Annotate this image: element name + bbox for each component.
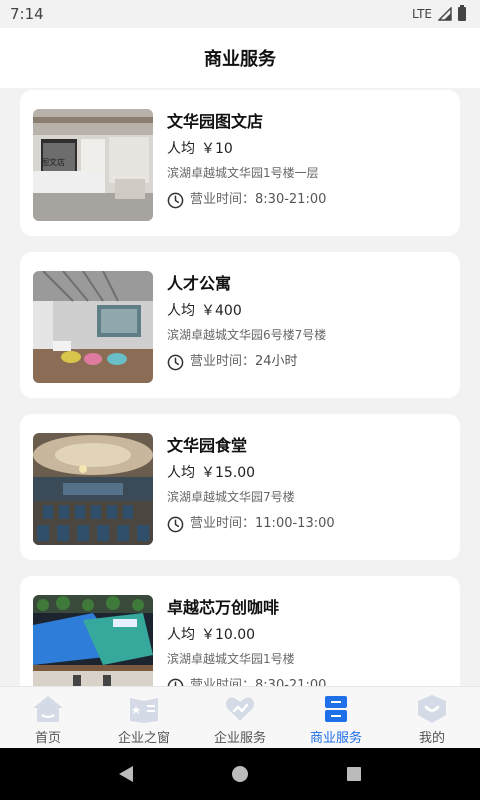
network-type: LTE <box>412 7 432 21</box>
hours-line: 营业时间： 11:00-13:00 <box>167 514 450 534</box>
price-value: ￥10 <box>201 141 233 157</box>
hours-label: 营业时间： <box>190 354 256 369</box>
card-thumbnail <box>33 433 153 545</box>
app-header: 商业服务 <box>0 28 480 88</box>
price-line: 人均 ￥15.00 <box>167 462 450 484</box>
tab-mine[interactable]: 我的 <box>384 687 480 748</box>
page-title: 商业服务 <box>204 49 276 70</box>
business-card[interactable]: 卓越芯万创咖啡 人均 ￥10.00 滨湖卓越城文华园1号楼 营业时间： 8:30-2… <box>20 576 460 686</box>
hours-line: 营业时间： 8:30-21:00 <box>167 676 450 686</box>
card-info: 人才公寓 人均 ￥400 滨湖卓越城文华园6号楼7号楼 营业时间： 24小时 <box>167 272 450 372</box>
svg-text:图文店: 图文店 <box>41 157 65 167</box>
business-address: 滨湖卓越城文华园7号楼 <box>167 490 295 504</box>
business-list[interactable]: 图文店 文华园图文店 人均 ￥10 滨湖卓越城文华园1号楼一层 营业时间： 8:30… <box>0 88 480 686</box>
tab-enterprise-service[interactable]: 企业服务 <box>192 687 288 748</box>
profile-shield-icon <box>418 695 446 723</box>
status-time: 7:14 <box>10 5 44 23</box>
card-info: 卓越芯万创咖啡 人均 ￥10.00 滨湖卓越城文华园1号楼 营业时间： 8:30-2… <box>167 596 450 686</box>
price-label: 人均 <box>167 303 195 319</box>
tab-label: 商业服务 <box>309 731 362 746</box>
price-value: ￥400 <box>201 303 242 319</box>
business-card[interactable]: 人才公寓 人均 ￥400 滨湖卓越城文华园6号楼7号楼 营业时间： 24小时 <box>20 252 460 398</box>
card-info: 文华园图文店 人均 ￥10 滨湖卓越城文华园1号楼一层 营业时间： 8:30-21:… <box>167 110 450 210</box>
clock-icon <box>167 192 184 208</box>
tab-label: 首页 <box>34 731 61 746</box>
tab-label: 企业服务 <box>213 731 266 746</box>
battery-icon <box>458 5 466 21</box>
hours-label: 营业时间： <box>190 192 256 207</box>
heart-icon <box>226 697 254 721</box>
price-line: 人均 ￥10.00 <box>167 624 450 646</box>
hours-label: 营业时间： <box>190 678 256 686</box>
card-thumbnail <box>33 271 153 383</box>
business-name: 文华园食堂 <box>167 436 248 455</box>
home-button-icon[interactable] <box>231 766 248 782</box>
hours-value: 8:30-21:00 <box>255 678 327 686</box>
print-shop-image: 图文店 <box>33 109 153 221</box>
business-address: 滨湖卓越城文华园1号楼 <box>167 652 295 666</box>
tab-enterprise-window[interactable]: 企业之窗 <box>96 687 192 748</box>
hours-line: 营业时间： 24小时 <box>167 352 450 372</box>
hours-value: 24小时 <box>255 354 298 369</box>
business-card[interactable]: 图文店 文华园图文店 人均 ￥10 滨湖卓越城文华园1号楼一层 营业时间： 8:30… <box>20 90 460 236</box>
business-address: 滨湖卓越城文华园1号楼一层 <box>167 166 319 180</box>
status-bar: 7:14 LTE <box>0 0 480 28</box>
hours-label: 营业时间： <box>190 516 256 531</box>
hours-value: 8:30-21:00 <box>255 192 327 207</box>
clock-icon <box>167 354 184 370</box>
coffee-bar-image <box>33 595 153 686</box>
price-label: 人均 <box>167 627 195 643</box>
business-card[interactable]: 文华园食堂 人均 ￥15.00 滨湖卓越城文华园7号楼 营业时间： 11:00-13… <box>20 414 460 560</box>
signal-icon <box>438 7 452 21</box>
book-icon <box>130 698 158 723</box>
price-label: 人均 <box>167 465 195 481</box>
back-icon[interactable] <box>119 766 134 782</box>
canteen-image <box>33 433 153 545</box>
home-icon <box>33 696 63 722</box>
tab-home[interactable]: 首页 <box>0 687 96 748</box>
card-thumbnail <box>33 595 153 686</box>
hours-line: 营业时间： 8:30-21:00 <box>167 190 450 210</box>
system-nav-bar <box>0 748 480 800</box>
store-icon <box>325 696 347 722</box>
price-line: 人均 ￥400 <box>167 300 450 322</box>
price-line: 人均 ￥10 <box>167 138 450 160</box>
tab-business-service[interactable]: 商业服务 <box>288 687 384 748</box>
business-address: 滨湖卓越城文华园6号楼7号楼 <box>167 328 327 342</box>
apartment-lobby-image <box>33 271 153 383</box>
recent-apps-icon[interactable] <box>346 767 361 781</box>
card-thumbnail: 图文店 <box>33 109 153 221</box>
hours-value: 11:00-13:00 <box>255 516 335 531</box>
tab-label: 我的 <box>418 731 445 746</box>
price-value: ￥15.00 <box>201 465 256 481</box>
business-name: 文华园图文店 <box>167 112 264 131</box>
card-info: 文华园食堂 人均 ￥15.00 滨湖卓越城文华园7号楼 营业时间： 11:00-13… <box>167 434 450 534</box>
bottom-tab-bar: 首页 企业之窗 企业服务 商业服务 我的 <box>0 686 480 748</box>
business-name: 人才公寓 <box>167 274 232 293</box>
status-indicators: LTE <box>412 5 466 21</box>
price-label: 人均 <box>167 141 195 157</box>
clock-icon <box>167 678 184 686</box>
business-name: 卓越芯万创咖啡 <box>167 598 280 617</box>
tab-label: 企业之窗 <box>117 731 170 746</box>
price-value: ￥10.00 <box>201 627 256 643</box>
clock-icon <box>167 516 184 532</box>
